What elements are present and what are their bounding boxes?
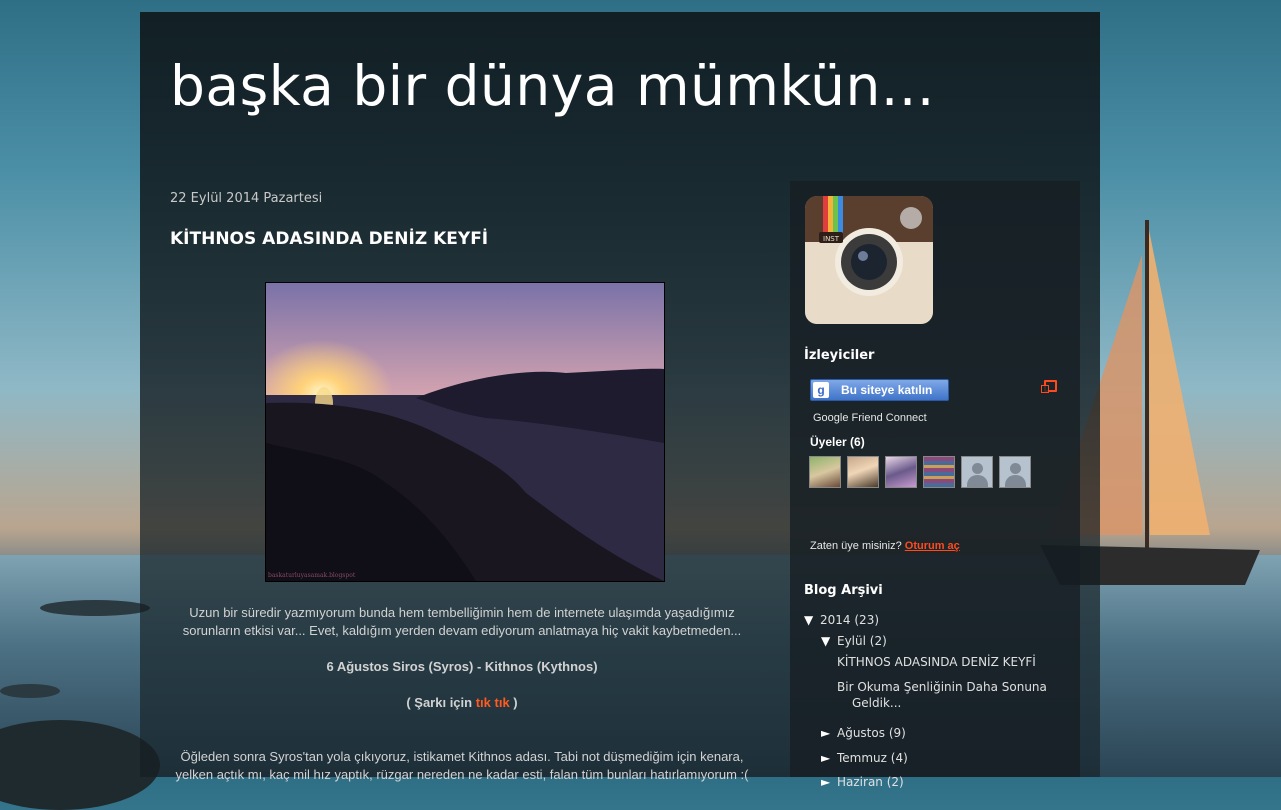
archive-month-count: (4)	[890, 751, 908, 765]
archive-month-haziran[interactable]: ► Haziran (2)	[821, 775, 904, 789]
member-avatar[interactable]	[885, 456, 917, 488]
background-rock	[0, 684, 60, 698]
song-link[interactable]: tık tık	[476, 695, 510, 710]
already-member: Zaten üye misiniz? Oturum aç	[810, 540, 960, 552]
archive-year-count: (23)	[854, 613, 880, 627]
gfc-label: Google Friend Connect	[813, 412, 927, 424]
instagram-icon[interactable]: INST	[805, 196, 933, 324]
background-rock	[40, 600, 150, 616]
collapse-toggle-icon[interactable]: ▼	[821, 634, 837, 648]
member-avatar[interactable]	[999, 456, 1031, 488]
image-watermark: baskaturluyasamak.blogspot	[268, 572, 356, 579]
post-subtitle: 6 Ağustos Siros (Syros) - Kithnos (Kythn…	[326, 659, 598, 674]
popout-icon[interactable]	[1041, 380, 1057, 393]
collapse-toggle-icon[interactable]: ▼	[804, 613, 820, 627]
sign-in-link[interactable]: Oturum aç	[905, 540, 960, 552]
archive-month-temmuz[interactable]: ► Temmuz (4)	[821, 751, 908, 765]
song-suffix: )	[509, 695, 518, 710]
archive-month-count: (9)	[888, 726, 906, 740]
sidebar: INST İzleyiciler g Bu siteye katılın Goo…	[790, 181, 1080, 789]
post-title[interactable]: KİTHNOS ADASINDA DENİZ KEYFİ	[170, 229, 488, 249]
archive-year-label[interactable]: 2014	[820, 613, 851, 627]
already-member-label: Zaten üye misiniz?	[810, 540, 902, 552]
archive-year-2014[interactable]: ▼ 2014 (23)	[804, 613, 879, 627]
archive-month-label[interactable]: Temmuz	[837, 751, 887, 765]
archive-month-label[interactable]: Ağustos	[837, 726, 885, 740]
followers-title: İzleyiciler	[804, 348, 875, 363]
expand-toggle-icon[interactable]: ►	[821, 726, 837, 740]
expand-toggle-icon[interactable]: ►	[821, 751, 837, 765]
join-site-label: Bu siteye katılın	[841, 383, 933, 397]
archive-month-agustos[interactable]: ► Ağustos (9)	[821, 726, 906, 740]
archive-month-count: (2)	[886, 775, 904, 789]
members-label: Üyeler (6)	[810, 435, 865, 449]
archive-post-link[interactable]: Bir Okuma Şenliğinin Daha Sonuna Geldik.…	[837, 679, 1072, 711]
sunset-photo	[266, 283, 664, 581]
member-avatar[interactable]	[809, 456, 841, 488]
song-prefix: ( Şarkı için	[406, 695, 476, 710]
post-image[interactable]: baskaturluyasamak.blogspot	[265, 282, 665, 582]
archive-month-count: (2)	[869, 634, 887, 648]
blog-wrapper: başka bir dünya mümkün... 22 Eylül 2014 …	[140, 12, 1100, 789]
svg-text:INST: INST	[823, 235, 840, 243]
archive-month-label[interactable]: Eylül	[837, 634, 866, 648]
post-paragraph: Uzun bir süredir yazmıyorum bunda hem te…	[182, 605, 742, 638]
blog-title[interactable]: başka bir dünya mümkün...	[170, 54, 935, 118]
member-avatar[interactable]	[923, 456, 955, 488]
archive-post-link[interactable]: KİTHNOS ADASINDA DENİZ KEYFİ	[837, 654, 1036, 670]
member-avatar[interactable]	[961, 456, 993, 488]
member-avatar[interactable]	[847, 456, 879, 488]
song-line: ( Şarkı için tık tık )	[172, 694, 752, 712]
post-body: Uzun bir süredir yazmıyorum bunda hem te…	[172, 604, 752, 802]
post-paragraph: Öğleden sonra Syros'tan yola çıkıyoruz, …	[175, 749, 749, 782]
archive-title: Blog Arşivi	[804, 583, 883, 598]
archive-month-eylul[interactable]: ▼ Eylül (2)	[821, 634, 887, 648]
google-icon: g	[813, 382, 829, 398]
archive-month-label[interactable]: Haziran	[837, 775, 883, 789]
post-date: 22 Eylül 2014 Pazartesi	[170, 191, 323, 206]
expand-toggle-icon[interactable]: ►	[821, 775, 837, 789]
join-site-button[interactable]: g Bu siteye katılın	[810, 379, 949, 401]
